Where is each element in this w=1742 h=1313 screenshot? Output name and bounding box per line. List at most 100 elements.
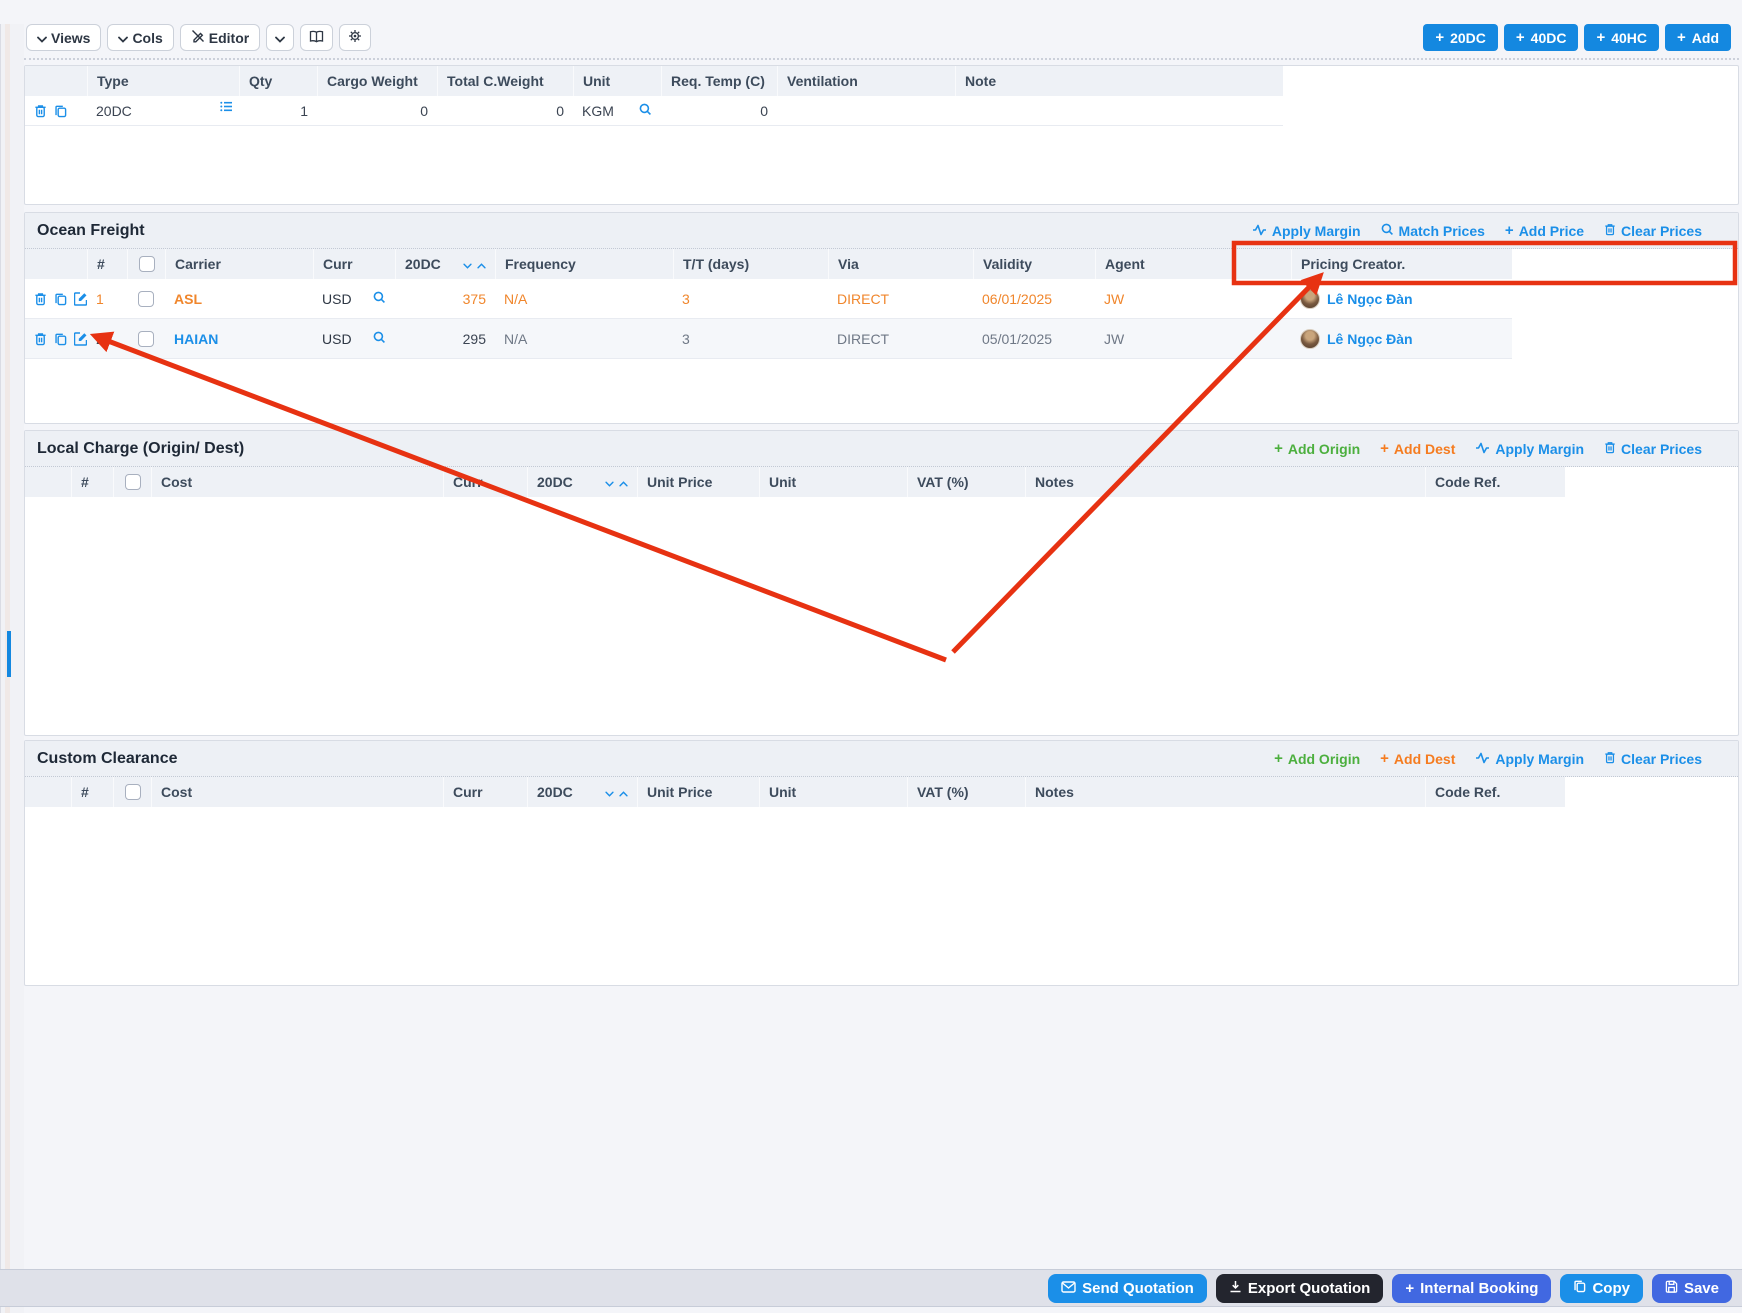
activity-icon <box>1475 751 1490 767</box>
add-price-action[interactable]: + Add Price <box>1505 223 1584 239</box>
add-dest-action[interactable]: + Add Dest <box>1380 751 1455 767</box>
copy-button[interactable]: Copy <box>1560 1274 1643 1303</box>
req-temp-value[interactable]: 0 <box>661 96 777 126</box>
col-pricing-creator: Pricing Creator. <box>1291 249 1512 279</box>
copy-row-icon[interactable] <box>54 292 67 306</box>
sort-asc-icon[interactable] <box>619 474 628 490</box>
tt-days-value[interactable]: 3 <box>673 319 828 359</box>
clear-prices-action[interactable]: Clear Prices <box>1604 751 1702 767</box>
clear-prices-action[interactable]: Clear Prices <box>1604 223 1702 239</box>
delete-row-icon[interactable] <box>34 104 47 118</box>
sort-desc-icon[interactable] <box>605 784 614 800</box>
edit-row-icon[interactable] <box>74 292 87 306</box>
add-40hc-button[interactable]: + 40HC <box>1584 24 1659 51</box>
cargo-weight-value[interactable]: 0 <box>317 96 437 126</box>
copy-row-icon[interactable] <box>54 332 67 346</box>
ocean-freight-row: 2 HAIAN USD 295 N/A 3 DIRECT 05/01/2025 … <box>25 319 1512 359</box>
price-20dc-value[interactable]: 375 <box>395 279 495 319</box>
send-quotation-button[interactable]: Send Quotation <box>1048 1274 1207 1303</box>
via-value[interactable]: DIRECT <box>828 319 973 359</box>
apply-margin-action[interactable]: Apply Margin <box>1475 751 1584 767</box>
col-unit-price: Unit Price <box>637 777 759 807</box>
export-quotation-label: Export Quotation <box>1248 1280 1371 1297</box>
apply-margin-action[interactable]: Apply Margin <box>1252 223 1361 239</box>
add-20dc-label: 20DC <box>1450 30 1486 46</box>
clear-prices-action[interactable]: Clear Prices <box>1604 441 1702 457</box>
select-all-checkbox[interactable] <box>125 474 141 490</box>
agent-value[interactable]: JW <box>1095 279 1291 319</box>
delete-row-icon[interactable] <box>34 292 47 306</box>
select-all-checkbox[interactable] <box>139 256 155 272</box>
settings-icon-button[interactable] <box>339 24 371 51</box>
note-value[interactable] <box>955 96 1283 126</box>
views-button[interactable]: Views <box>26 24 101 51</box>
export-quotation-button[interactable]: Export Quotation <box>1216 1274 1384 1303</box>
add-20dc-button[interactable]: + 20DC <box>1423 24 1498 51</box>
col-unit: Unit <box>759 467 907 497</box>
agent-value[interactable]: JW <box>1095 319 1291 359</box>
via-value[interactable]: DIRECT <box>828 279 973 319</box>
search-icon[interactable] <box>373 331 386 347</box>
add-origin-action[interactable]: + Add Origin <box>1274 751 1360 767</box>
carrier-link[interactable]: HAIAN <box>174 331 218 347</box>
add-dest-action[interactable]: + Add Dest <box>1380 441 1455 457</box>
row-checkbox[interactable] <box>138 331 154 347</box>
container-type-value[interactable]: 20DC <box>96 103 132 119</box>
add-40dc-label: 40DC <box>1531 30 1567 46</box>
add-container-button[interactable]: + Add <box>1665 24 1731 51</box>
avatar <box>1300 289 1320 309</box>
local-charge-table-header: # Cost Curr 20DC Unit Price Unit VAT (%)… <box>25 467 1565 497</box>
internal-booking-button[interactable]: + Internal Booking <box>1392 1274 1551 1303</box>
list-icon[interactable] <box>220 99 233 115</box>
search-icon[interactable] <box>373 291 386 307</box>
edit-row-icon[interactable] <box>74 332 87 346</box>
col-20dc-label: 20DC <box>537 784 573 800</box>
plus-icon: + <box>1677 30 1686 45</box>
ventilation-value[interactable] <box>777 96 955 126</box>
match-prices-label: Match Prices <box>1399 223 1485 239</box>
grid-toolbar: Views Cols Editor + 20DC <box>24 24 1739 60</box>
frequency-value[interactable]: N/A <box>495 279 673 319</box>
sort-desc-icon[interactable] <box>605 474 614 490</box>
price-20dc-value[interactable]: 295 <box>395 319 495 359</box>
col-notes: Notes <box>1025 467 1425 497</box>
select-all-checkbox[interactable] <box>125 784 141 800</box>
save-button[interactable]: Save <box>1652 1274 1732 1303</box>
add-origin-label: Add Origin <box>1288 441 1360 457</box>
views-dropdown-button[interactable] <box>266 24 294 51</box>
apply-margin-action[interactable]: Apply Margin <box>1475 441 1584 457</box>
cols-button[interactable]: Cols <box>107 24 173 51</box>
unit-value[interactable]: KGM <box>582 103 614 119</box>
apply-margin-label: Apply Margin <box>1272 223 1361 239</box>
search-icon[interactable] <box>639 103 652 119</box>
validity-value[interactable]: 05/01/2025 <box>973 319 1095 359</box>
sort-asc-icon[interactable] <box>619 784 628 800</box>
delete-row-icon[interactable] <box>34 332 47 346</box>
container-row: 20DC 1 0 0 KGM 0 <box>25 96 1283 126</box>
sort-asc-icon[interactable] <box>477 256 486 272</box>
panel-resize-handle[interactable] <box>7 631 11 677</box>
col-20dc: 20DC <box>527 777 637 807</box>
col-20dc-label: 20DC <box>405 256 441 272</box>
add-40dc-button[interactable]: + 40DC <box>1504 24 1579 51</box>
match-prices-action[interactable]: Match Prices <box>1381 223 1485 239</box>
frequency-value[interactable]: N/A <box>495 319 673 359</box>
copy-row-icon[interactable] <box>54 104 67 118</box>
add-40hc-label: 40HC <box>1611 30 1647 46</box>
qty-value[interactable]: 1 <box>239 96 317 126</box>
col-ventilation: Ventilation <box>777 66 955 96</box>
book-icon-button[interactable] <box>300 24 333 51</box>
pricing-creator-link[interactable]: Lê Ngọc Đàn <box>1327 331 1413 347</box>
curr-value[interactable]: USD <box>322 331 352 347</box>
add-origin-action[interactable]: + Add Origin <box>1274 441 1360 457</box>
clear-prices-label: Clear Prices <box>1621 441 1702 457</box>
col-curr: Curr <box>443 777 527 807</box>
editor-toggle-button[interactable]: Editor <box>180 24 260 51</box>
row-checkbox[interactable] <box>138 291 154 307</box>
pricing-creator-link[interactable]: Lê Ngọc Đàn <box>1327 291 1413 307</box>
curr-value[interactable]: USD <box>322 291 352 307</box>
carrier-link[interactable]: ASL <box>174 291 202 307</box>
tt-days-value[interactable]: 3 <box>673 279 828 319</box>
sort-desc-icon[interactable] <box>463 256 472 272</box>
validity-value[interactable]: 06/01/2025 <box>973 279 1095 319</box>
